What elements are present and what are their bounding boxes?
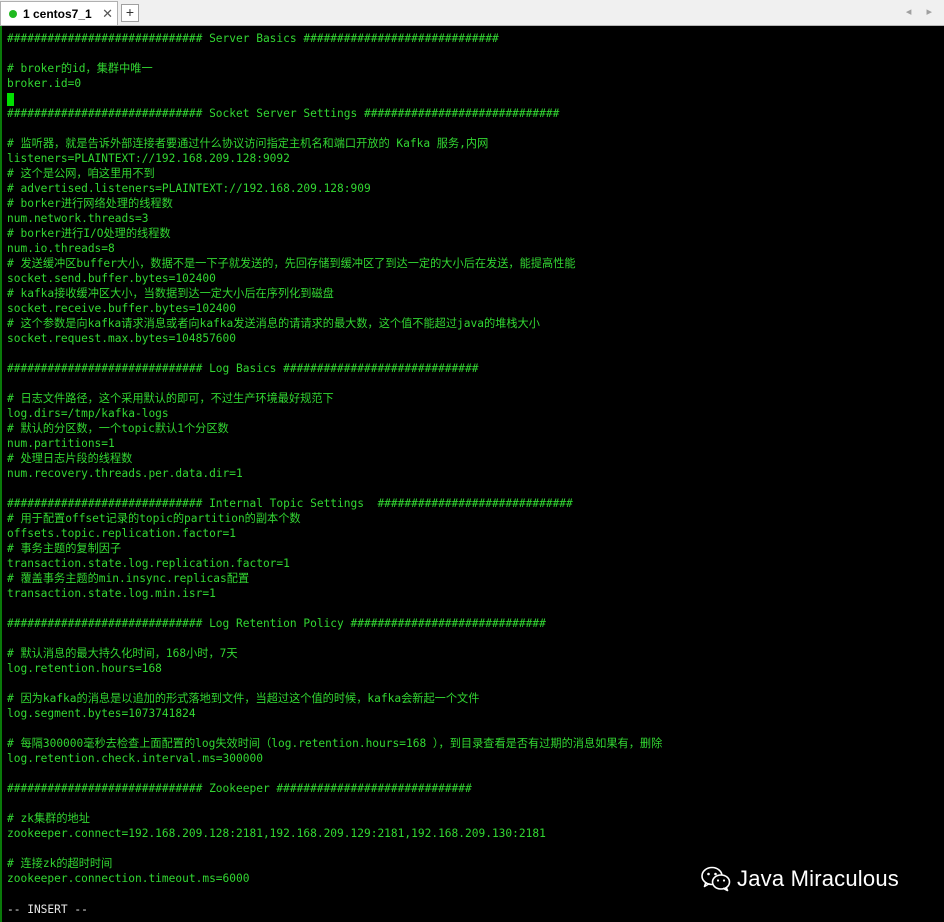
editor-line: transaction.state.log.min.isr=1 (7, 587, 216, 600)
text-cursor (7, 92, 14, 106)
editor-line: # kafka接收缓冲区大小，当数据到达一定大小后在序列化到磁盘 (7, 287, 334, 300)
editor-line: log.segment.bytes=1073741824 (7, 707, 196, 720)
editor-line: log.retention.hours=168 (7, 662, 162, 675)
editor-line: num.network.threads=3 (7, 212, 149, 225)
editor-line: # 发送缓冲区buffer大小，数据不是一下子就发送的，先回存储到缓冲区了到达一… (7, 257, 576, 270)
editor-line: # 连接zk的超时时间 (7, 857, 113, 870)
editor-line: # borker进行网络处理的线程数 (7, 197, 173, 210)
editor-line (7, 346, 662, 361)
editor-line: num.recovery.threads.per.data.dir=1 (7, 467, 243, 480)
editor-line (7, 721, 662, 736)
watermark: Java Miraculous (701, 866, 899, 892)
editor-line: transaction.state.log.replication.factor… (7, 557, 290, 570)
editor-line: # 这个参数是向kafka请求消息或者向kafka发送消息的请请求的最大数，这个… (7, 317, 540, 330)
editor-line: listeners=PLAINTEXT://192.168.209.128:90… (7, 152, 290, 165)
editor-line: socket.request.max.bytes=104857600 (7, 332, 237, 345)
connected-status-icon (9, 9, 17, 18)
editor-line: # 因为kafka的消息是以追加的形式落地到文件，当超过这个值的时候，kafka… (7, 692, 480, 705)
editor-line: # 默认的分区数，一个topic默认1个分区数 (7, 422, 229, 435)
terminal-editor[interactable]: ############################# Server Bas… (0, 26, 944, 922)
editor-line (7, 46, 662, 61)
editor-line (7, 601, 662, 616)
editor-line: log.dirs=/tmp/kafka-logs (7, 407, 169, 420)
editor-line: # zk集群的地址 (7, 812, 90, 825)
tab-bar: 1 centos7_1 ✕ + ◂ ▸ (0, 0, 944, 26)
editor-line (7, 91, 662, 106)
editor-line: # borker进行I/O处理的线程数 (7, 227, 171, 240)
editor-line: socket.receive.buffer.bytes=102400 (7, 302, 237, 315)
editor-line (7, 676, 662, 691)
editor-line (7, 631, 662, 646)
editor-line: # 这个是公网，咱这里用不到 (7, 167, 155, 180)
editor-line: # 每隔300000毫秒去检查上面配置的log失效时间（log.retentio… (7, 737, 663, 750)
vim-mode-indicator: -- INSERT -- (7, 903, 88, 916)
editor-line: ############################# Log Basics… (7, 362, 479, 375)
editor-line: # 用于配置offset记录的topic的partition的副本个数 (7, 512, 301, 525)
editor-line: zookeeper.connect=192.168.209.128:2181,1… (7, 827, 546, 840)
editor-line: ############################# Zookeeper … (7, 782, 472, 795)
editor-line: zookeeper.connection.timeout.ms=6000 (7, 872, 250, 885)
editor-line: ############################# Internal T… (7, 497, 573, 510)
editor-line: # 日志文件路径，这个采用默认的即可，不过生产环境最好规范下 (7, 392, 334, 405)
editor-line: # 覆盖事务主题的min.insync.replicas配置 (7, 572, 250, 585)
editor-line: ############################# Server Bas… (7, 32, 499, 45)
editor-line (7, 766, 662, 781)
editor-line (7, 481, 662, 496)
editor-line: # broker的id，集群中唯一 (7, 62, 153, 75)
editor-line: ############################# Socket Ser… (7, 107, 560, 120)
editor-line: # 处理日志片段的线程数 (7, 452, 133, 465)
editor-line: log.retention.check.interval.ms=300000 (7, 752, 263, 765)
editor-line: # 监听器，就是告诉外部连接者要通过什么协议访问指定主机名和端口开放的 Kafk… (7, 137, 489, 150)
editor-line: num.partitions=1 (7, 437, 115, 450)
editor-line (7, 121, 662, 136)
editor-line (7, 796, 662, 811)
editor-line: # 默认消息的最大持久化时间，168小时，7天 (7, 647, 238, 660)
tab-scroll-arrows-icon[interactable]: ◂ ▸ (906, 5, 938, 18)
watermark-text: Java Miraculous (737, 866, 899, 891)
editor-line: # advertised.listeners=PLAINTEXT://192.1… (7, 182, 371, 195)
close-icon[interactable]: ✕ (102, 6, 113, 22)
session-tab-label: 1 centos7_1 (23, 6, 92, 21)
editor-line (7, 841, 662, 856)
editor-line: num.io.threads=8 (7, 242, 115, 255)
editor-line: socket.send.buffer.bytes=102400 (7, 272, 216, 285)
editor-line (7, 376, 662, 391)
editor-line: ############################# Log Retent… (7, 617, 546, 630)
editor-line: broker.id=0 (7, 77, 82, 90)
editor-lines: ############################# Server Bas… (7, 31, 662, 886)
editor-line: offsets.topic.replication.factor=1 (7, 527, 237, 540)
editor-line: # 事务主题的复制因子 (7, 542, 122, 555)
session-tab[interactable]: 1 centos7_1 ✕ (0, 1, 118, 25)
wechat-icon (701, 866, 731, 892)
new-tab-button[interactable]: + (121, 4, 139, 22)
